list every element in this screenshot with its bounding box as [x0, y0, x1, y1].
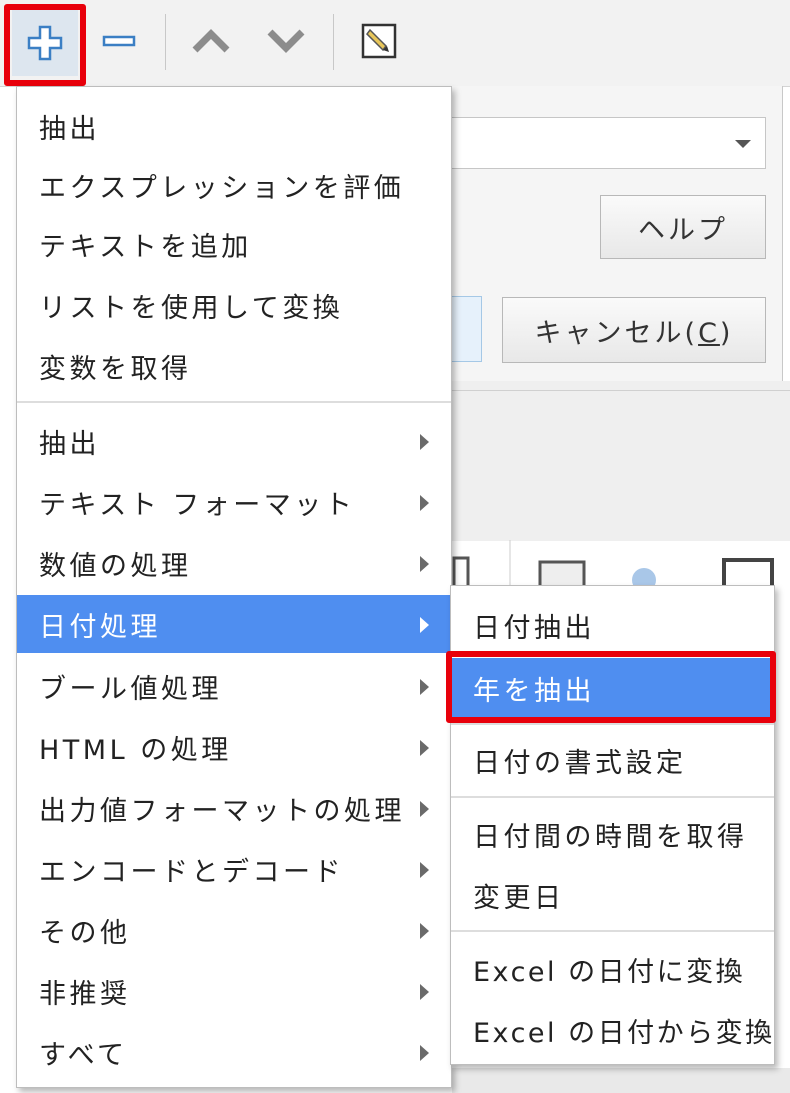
cancel-button[interactable]: キャンセル(C)	[502, 297, 766, 363]
move-down-button[interactable]	[255, 10, 317, 72]
action-dropdown[interactable]	[420, 117, 766, 169]
chevron-right-icon	[420, 740, 429, 756]
background-toolbar	[452, 540, 790, 592]
menu-item-deprecated[interactable]: 非推奨	[17, 962, 451, 1020]
toolbar-separator	[165, 14, 166, 70]
status-strip	[452, 1068, 790, 1093]
submenu-item-to-excel-date[interactable]: Excel の日付に変換	[451, 940, 774, 998]
menu-separator	[451, 796, 774, 798]
chevron-right-icon	[420, 617, 429, 633]
menu-item-number-processing[interactable]: 数値の処理	[17, 534, 451, 592]
menu-item-output-format[interactable]: 出力値フォーマットの処理	[17, 779, 451, 837]
chevron-right-icon	[420, 434, 429, 450]
menu-item-boolean-processing[interactable]: ブール値処理	[17, 657, 451, 715]
context-menu: 抽出 エクスプレッションを評価 テキストを追加 リストを使用して変換 変数を取得…	[16, 86, 452, 1088]
menu-separator	[17, 401, 451, 403]
chevron-right-icon	[420, 495, 429, 511]
move-up-button[interactable]	[180, 10, 242, 72]
menu-item-extract[interactable]: 抽出	[17, 97, 451, 155]
submenu-item-extract-date[interactable]: 日付抽出	[451, 596, 774, 654]
background-icons	[452, 540, 774, 592]
submenu-item-date-format[interactable]: 日付の書式設定	[451, 731, 774, 789]
lower-panel	[452, 381, 790, 541]
extract-year-highlight	[446, 651, 776, 723]
remove-button[interactable]	[88, 10, 150, 72]
submenu-item-time-between-dates[interactable]: 日付間の時間を取得	[451, 805, 774, 863]
cancel-label: キャンセル(C)	[534, 317, 734, 349]
menu-item-append-text[interactable]: テキストを追加	[17, 215, 451, 273]
chevron-right-icon	[420, 1045, 429, 1061]
chevron-right-icon	[420, 984, 429, 1000]
menu-item-all[interactable]: すべて	[17, 1023, 451, 1081]
divider	[452, 390, 790, 391]
toolbar-separator	[333, 14, 334, 70]
help-button[interactable]: ヘルプ	[600, 195, 766, 259]
menu-separator	[451, 930, 774, 932]
chevron-right-icon	[420, 862, 429, 878]
menu-separator	[451, 723, 774, 725]
menu-item-get-variable[interactable]: 変数を取得	[17, 337, 451, 395]
chevron-right-icon	[420, 801, 429, 817]
chevron-down-icon	[267, 29, 305, 53]
menu-item-evaluate-expression[interactable]: エクスプレッションを評価	[17, 156, 451, 214]
menu-item-encode-decode[interactable]: エンコードとデコード	[17, 840, 451, 898]
submenu-item-modify-date[interactable]: 変更日	[451, 866, 774, 924]
edit-button[interactable]	[348, 10, 410, 72]
chevron-right-icon	[420, 556, 429, 572]
toolbar	[0, 0, 790, 87]
menu-item-extract-submenu[interactable]: 抽出	[17, 412, 451, 470]
edit-icon	[361, 23, 397, 59]
minus-icon	[102, 35, 136, 47]
add-button-highlight	[4, 4, 86, 86]
menu-item-other[interactable]: その他	[17, 901, 451, 959]
menu-item-date-processing[interactable]: 日付処理	[17, 595, 451, 653]
chevron-right-icon	[420, 923, 429, 939]
menu-item-convert-using-list[interactable]: リストを使用して変換	[17, 276, 451, 334]
chevron-up-icon	[192, 29, 230, 53]
menu-item-html-processing[interactable]: HTML の処理	[17, 718, 451, 776]
submenu-item-from-excel-date[interactable]: Excel の日付から変換	[451, 1001, 774, 1059]
chevron-right-icon	[420, 679, 429, 695]
chevron-down-icon	[735, 140, 751, 148]
menu-item-text-format[interactable]: テキスト フォーマット	[17, 473, 451, 531]
